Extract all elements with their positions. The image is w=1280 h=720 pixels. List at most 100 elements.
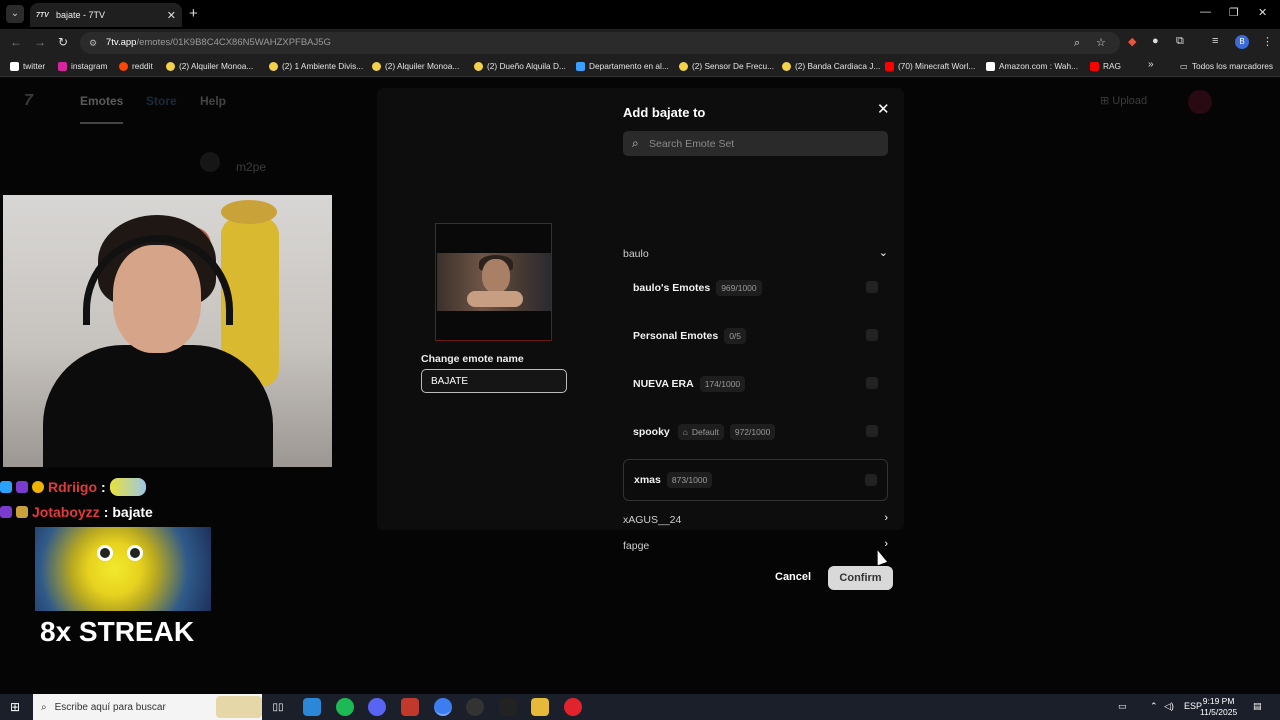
group-header-fapge[interactable]: fapge ›	[623, 538, 888, 552]
chat-message: bajate	[112, 504, 153, 520]
group-label: fapge	[623, 540, 650, 552]
volume-icon[interactable]: ◁)	[1164, 701, 1174, 712]
url-field[interactable]: ⚙ 7tv.app/emotes/01K9B8C4CX86N5WAHZXPFBA…	[80, 32, 1120, 54]
chevron-right-icon[interactable]: ›	[884, 538, 888, 550]
bookmarks-overflow[interactable]: »	[1148, 59, 1154, 70]
media-control-icon[interactable]: ≡	[1212, 35, 1218, 47]
zoom-icon[interactable]: ⌕	[1074, 32, 1080, 54]
group-label: baulo	[623, 248, 649, 260]
chat-username: Jotaboyzz	[32, 504, 100, 520]
bookmark-item[interactable]: RAG	[1090, 61, 1121, 71]
back-icon[interactable]: ←	[10, 35, 22, 49]
discord-icon[interactable]	[368, 698, 386, 716]
bookmark-item[interactable]: Amazon.com : Wah...	[986, 61, 1078, 71]
emote-set-row[interactable]: spooky ⌂ Default 972/1000	[623, 411, 888, 453]
extension-icon[interactable]: ◆	[1128, 35, 1136, 48]
bookmark-item[interactable]: (2) 1 Ambiente Divis...	[269, 61, 363, 71]
bookmark-label: reddit	[132, 61, 153, 71]
bookmark-favicon-icon	[10, 61, 19, 71]
bookmark-item[interactable]: reddit	[119, 61, 153, 71]
bookmark-item[interactable]: instagram	[58, 61, 107, 71]
bookmark-item[interactable]: (2) Sensor De Frecu...	[679, 61, 774, 71]
emote-preview	[435, 223, 552, 341]
bookmark-star-icon[interactable]: ☆	[1096, 32, 1106, 54]
set-checkbox[interactable]	[866, 377, 878, 389]
bookmark-favicon-icon	[119, 61, 128, 71]
restore-icon[interactable]: ❐	[1229, 6, 1239, 19]
bookmark-item[interactable]: (2) Dueño Alquila D...	[474, 61, 566, 71]
nav-store[interactable]: Store	[146, 94, 177, 108]
chevron-right-icon[interactable]: ›	[884, 512, 888, 524]
keyboard-icon[interactable]: ▭	[1118, 701, 1127, 712]
app-icon[interactable]	[499, 698, 517, 716]
confirm-button[interactable]: Confirm	[828, 566, 893, 590]
close-icon[interactable]: ✕	[877, 100, 890, 118]
bookmark-item[interactable]: (70) Minecraft Worl...	[885, 61, 975, 71]
bookmark-item[interactable]: (2) Alquiler Monoa...	[166, 61, 253, 71]
bookmark-favicon-icon	[166, 61, 175, 71]
reload-icon[interactable]: ↻	[58, 35, 68, 49]
tab-close-icon[interactable]: ✕	[167, 9, 176, 22]
forward-icon[interactable]: →	[34, 35, 46, 49]
taskbar-search[interactable]: ⌕ Escribe aquí para buscar	[33, 694, 262, 720]
browser-menu-icon[interactable]: ⋮	[1262, 35, 1273, 48]
profile-avatar[interactable]: B	[1235, 35, 1249, 49]
bookmark-item[interactable]: Departamento en al...	[576, 61, 669, 71]
cancel-button[interactable]: Cancel	[775, 571, 811, 583]
user-avatar[interactable]	[1188, 90, 1212, 114]
obs-icon[interactable]	[466, 698, 484, 716]
window-close-icon[interactable]: ✕	[1258, 6, 1267, 19]
new-tab-icon[interactable]: +	[189, 5, 198, 22]
minimize-icon[interactable]: —	[1200, 6, 1211, 18]
copilot-icon[interactable]	[303, 698, 321, 716]
7tv-logo[interactable]: 7	[24, 92, 33, 110]
chevron-down-icon[interactable]: ⌄	[879, 246, 888, 259]
extensions-puzzle-icon[interactable]: ⧉	[1176, 35, 1184, 48]
preview-face	[482, 259, 510, 293]
set-count: 174/1000	[699, 376, 746, 392]
upload-button[interactable]: ⊞ Upload	[1100, 94, 1147, 107]
group-label: xAGUS__24	[623, 514, 682, 526]
emote-set-row[interactable]: NUEVA ERA 174/1000	[623, 363, 888, 405]
browser-tab[interactable]: 7TV bajate - 7TV ✕	[30, 3, 182, 27]
tab-search-icon[interactable]: ⌄	[6, 5, 24, 23]
set-name: spooky	[633, 426, 670, 438]
task-view-icon[interactable]: ▯▯	[269, 698, 287, 716]
set-count: 969/1000	[716, 280, 762, 296]
set-checkbox[interactable]	[865, 474, 877, 486]
site-info-icon[interactable]: ⚙	[89, 32, 97, 54]
bookmark-item[interactable]: (2) Banda Cardiaca J...	[782, 61, 880, 71]
all-bookmarks[interactable]: ▭ Todos los marcadores	[1180, 61, 1273, 71]
tray-chevron-icon[interactable]: ⌃	[1150, 701, 1158, 712]
bookmark-favicon-icon	[576, 61, 585, 71]
browser-tab-bar: ⌄ 7TV bajate - 7TV ✕ + — ❐ ✕	[0, 0, 1280, 29]
chrome-icon[interactable]	[434, 698, 452, 716]
emote-preview-image	[437, 253, 551, 311]
set-checkbox[interactable]	[866, 281, 878, 293]
nav-emotes[interactable]: Emotes	[80, 94, 124, 124]
emote-set-row[interactable]: xmas 873/1000	[623, 459, 888, 501]
bookmark-label: instagram	[71, 61, 108, 71]
spotify-icon[interactable]	[336, 698, 354, 716]
bookmark-item[interactable]: (2) Alquiler Monoa...	[372, 61, 459, 71]
emote-set-row[interactable]: baulo's Emotes 969/1000	[623, 267, 888, 309]
group-header-xagus[interactable]: xAGUS__24 ›	[623, 512, 888, 526]
nav-help[interactable]: Help	[200, 94, 226, 108]
voicemeeter-icon[interactable]	[401, 698, 419, 716]
emote-set-search-input[interactable]	[649, 131, 879, 156]
tab-title: bajate - 7TV	[56, 10, 106, 20]
group-header-baulo[interactable]: baulo ⌄	[623, 246, 888, 260]
notifications-icon[interactable]: ▤	[1253, 701, 1262, 712]
bookmark-item[interactable]: twitter	[10, 61, 45, 71]
set-checkbox[interactable]	[866, 425, 878, 437]
bookmark-label: (2) Alquiler Monoa...	[385, 61, 460, 71]
opera-icon[interactable]	[564, 698, 582, 716]
windows-start-icon[interactable]: ⊞	[10, 700, 20, 714]
set-checkbox[interactable]	[866, 329, 878, 341]
extension-2-icon[interactable]: ●	[1152, 35, 1159, 47]
emote-set-search[interactable]: ⌕	[623, 131, 888, 156]
emote-set-row[interactable]: Personal Emotes 0/5	[623, 315, 888, 357]
file-explorer-icon[interactable]	[531, 698, 549, 716]
emote-name-input[interactable]	[421, 369, 567, 393]
clock[interactable]: 9:19 PM 11/5/2025	[1200, 696, 1237, 718]
